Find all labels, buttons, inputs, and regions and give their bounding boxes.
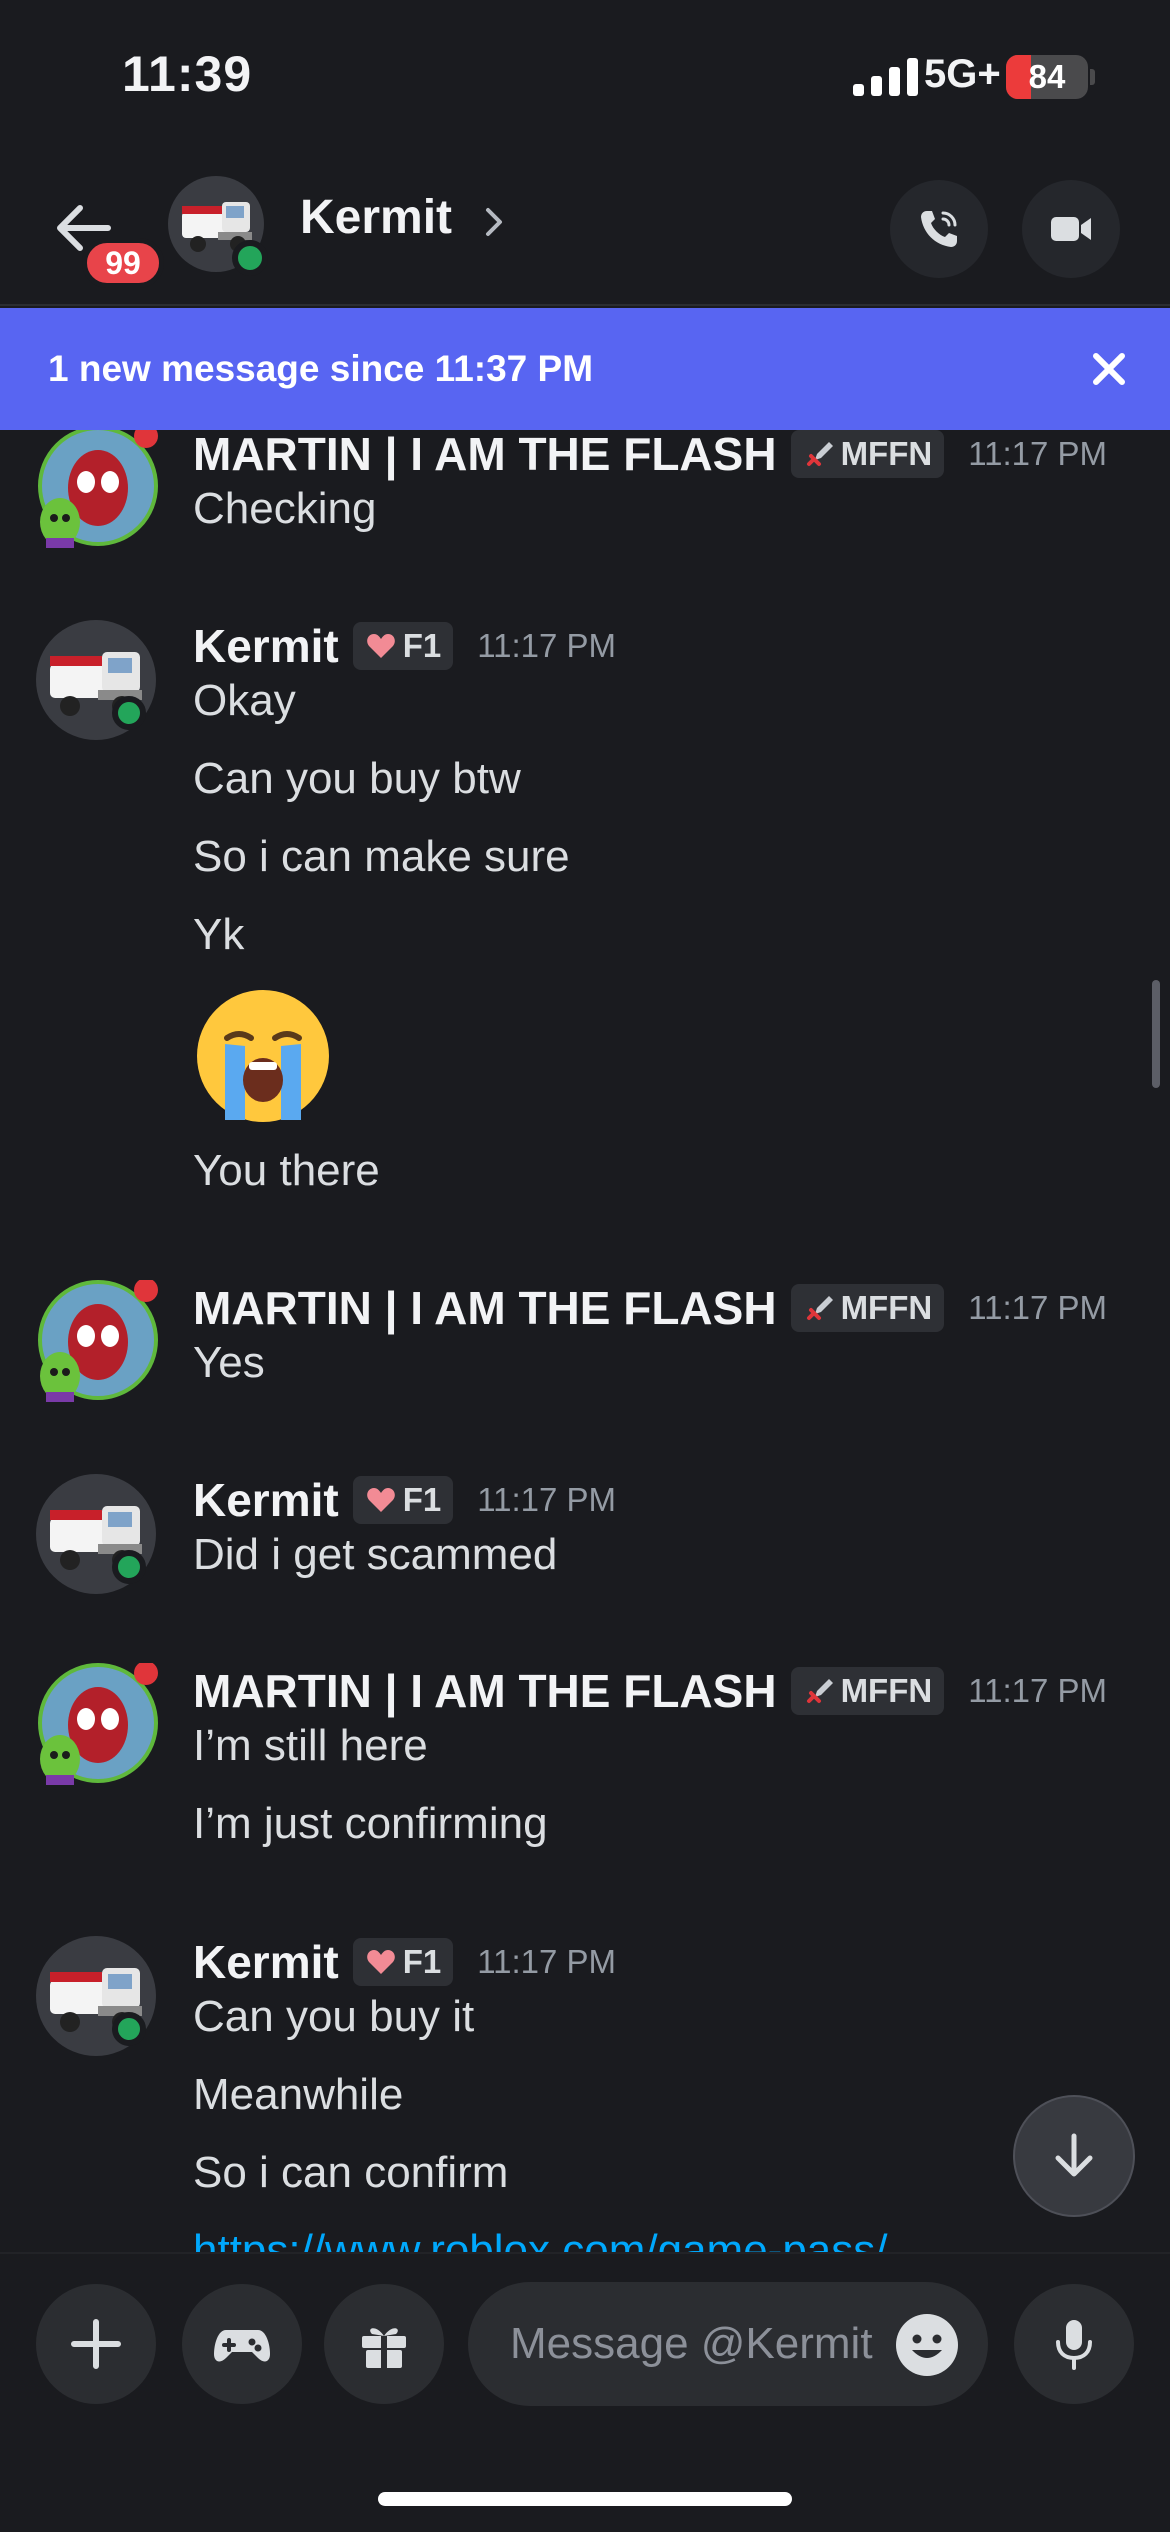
message-header: MARTIN | I AM THE FLASH MFFN 11:17 PM [193, 1663, 1107, 1719]
message-text: So i can confirm [193, 2148, 509, 2197]
avatar[interactable] [34, 430, 158, 550]
online-status-dot [112, 2012, 146, 2046]
tag-label: F1 [402, 627, 442, 664]
plus-icon [71, 2319, 121, 2369]
author-name[interactable]: Kermit [193, 1473, 339, 1527]
dm-screen: 11:39 5G+ 84 99 Kermit 1 new message sin… [0, 0, 1170, 2532]
tag-label: F1 [402, 1481, 442, 1518]
online-status-dot [112, 696, 146, 730]
phone-icon [921, 211, 957, 247]
guild-tag[interactable]: F1 [352, 622, 454, 670]
loudly-crying-face-emoji [197, 990, 329, 1122]
message-header: Kermit F1 11:17 PM [193, 1472, 616, 1528]
message-text: I’m still here [193, 1721, 428, 1770]
message-text: Can you buy btw [193, 754, 521, 803]
message-text: Meanwhile [193, 2070, 404, 2119]
timestamp: 11:17 PM [477, 1481, 617, 1518]
message-text: Yk [193, 910, 245, 959]
author-name[interactable]: Kermit [193, 619, 339, 673]
jump-to-latest-button[interactable] [1013, 2095, 1135, 2217]
message-header: Kermit F1 11:17 PM [193, 618, 616, 674]
author-name[interactable]: MARTIN | I AM THE FLASH [193, 430, 777, 481]
guild-tag[interactable]: F1 [352, 1476, 454, 1524]
online-status-dot [112, 1550, 146, 1584]
message-composer [0, 2252, 1170, 2532]
voice-message-button[interactable] [1014, 2284, 1134, 2404]
chevron-right-icon[interactable] [480, 202, 508, 242]
status-time: 11:39 [122, 46, 253, 102]
message-text: You there [193, 1146, 380, 1195]
guild-tag[interactable]: MFFN [790, 1667, 945, 1715]
sword-icon [806, 1679, 833, 1703]
scrollbar-thumb[interactable] [1152, 980, 1160, 1088]
close-icon[interactable] [1090, 350, 1128, 388]
guild-tag[interactable]: MFFN [790, 430, 945, 478]
dm-name[interactable]: Kermit [300, 190, 452, 245]
avatar[interactable] [34, 1663, 158, 1787]
heart-icon [366, 1950, 395, 1974]
status-bar: 11:39 5G+ 84 [0, 0, 1170, 150]
guild-tag[interactable]: F1 [352, 1938, 454, 1986]
tag-label: MFFN [840, 1289, 933, 1326]
unread-badge: 99 [82, 238, 164, 288]
message-text: Okay [193, 676, 296, 725]
heart-icon [366, 634, 395, 658]
channel-header: 99 Kermit [0, 150, 1170, 306]
message-text: So i can make sure [193, 832, 570, 881]
message-text: Did i get scammed [193, 1530, 558, 1579]
message-list[interactable]: MARTIN | I AM THE FLASH MFFN 11:17 PM Ch… [0, 430, 1170, 2252]
video-camera-icon [1051, 217, 1091, 241]
message-text: Checking [193, 484, 377, 533]
avatar[interactable] [34, 1280, 158, 1404]
message-text: I’m just confirming [193, 1799, 548, 1848]
timestamp: 11:17 PM [968, 435, 1108, 472]
microphone-icon [1056, 2320, 1092, 2370]
battery-percent: 84 [1028, 58, 1066, 95]
message-header: MARTIN | I AM THE FLASH MFFN 11:17 PM [193, 1280, 1107, 1336]
timestamp: 11:17 PM [968, 1289, 1108, 1326]
message-header: Kermit F1 11:17 PM [193, 1934, 616, 1990]
tag-label: MFFN [840, 1672, 933, 1709]
author-name[interactable]: MARTIN | I AM THE FLASH [193, 1664, 777, 1718]
message-text: Yes [193, 1338, 265, 1387]
home-indicator [378, 2492, 792, 2506]
guild-tag[interactable]: MFFN [790, 1284, 945, 1332]
tag-label: MFFN [840, 435, 933, 472]
video-call-button[interactable] [1022, 180, 1120, 278]
heart-icon [366, 1488, 395, 1512]
gift-button[interactable] [324, 2284, 444, 2404]
signal-icon [853, 58, 919, 96]
new-messages-banner[interactable]: 1 new message since 11:37 PM [0, 308, 1170, 430]
battery-tip [1090, 69, 1095, 85]
sword-icon [806, 442, 833, 466]
author-name[interactable]: MARTIN | I AM THE FLASH [193, 1281, 777, 1335]
sword-icon [806, 1296, 833, 1320]
battery-icon: 84 [1006, 55, 1088, 99]
gift-icon [362, 2328, 406, 2368]
timestamp: 11:17 PM [477, 1943, 617, 1980]
voice-call-button[interactable] [890, 180, 988, 278]
message-link[interactable]: https://www.roblox.com/game-pass/ [193, 2226, 887, 2252]
timestamp: 11:17 PM [477, 627, 617, 664]
attach-button[interactable] [36, 2284, 156, 2404]
emoji-picker-icon[interactable] [894, 2312, 960, 2378]
activities-button[interactable] [182, 2284, 302, 2404]
message-header: MARTIN | I AM THE FLASH MFFN 11:17 PM [193, 430, 1107, 482]
timestamp: 11:17 PM [968, 1672, 1108, 1709]
gamepad-icon [214, 2330, 270, 2362]
tag-label: F1 [402, 1943, 442, 1980]
author-name[interactable]: Kermit [193, 1935, 339, 1989]
online-status-dot [232, 240, 268, 276]
new-messages-text: 1 new message since 11:37 PM [48, 348, 594, 389]
message-text: Can you buy it [193, 1992, 475, 2041]
arrow-down-icon [1055, 2133, 1093, 2177]
network-type: 5G+ [924, 52, 1001, 96]
